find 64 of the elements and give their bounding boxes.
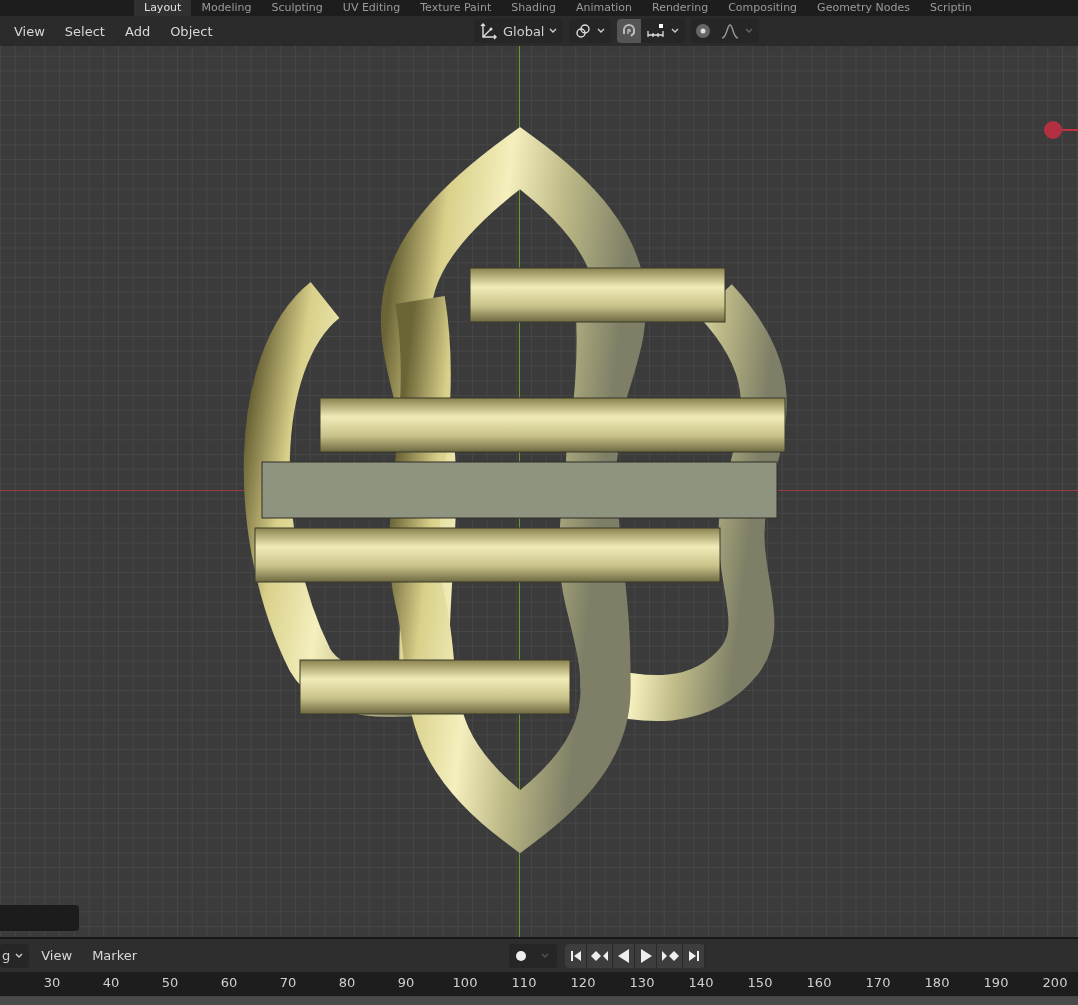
diamond-right-icon <box>660 949 679 963</box>
play-reverse-icon <box>616 949 631 963</box>
frame-number: 150 <box>747 975 773 990</box>
jump-to-start-button[interactable] <box>565 944 587 968</box>
play-icon <box>638 949 653 963</box>
record-icon <box>514 949 528 963</box>
workspace-tab[interactable]: Scriptin <box>919 0 982 16</box>
frame-number: 140 <box>688 975 714 990</box>
menu-item[interactable]: Marker <box>84 945 146 966</box>
falloff-curve-icon <box>720 22 741 40</box>
transform-orientation-dropdown[interactable]: Global <box>474 19 564 43</box>
next-keyframe-button[interactable] <box>657 944 683 968</box>
frame-number: 180 <box>924 975 950 990</box>
pivot-point-dropdown[interactable] <box>569 19 612 43</box>
frame-number: 90 <box>397 975 415 990</box>
frame-number: 160 <box>806 975 832 990</box>
play-reverse-button[interactable] <box>613 944 635 968</box>
frame-number: 120 <box>570 975 596 990</box>
workspace-tab[interactable]: Layout <box>134 0 192 16</box>
snap-toggle[interactable] <box>617 19 642 43</box>
dot-circle-icon <box>694 22 713 40</box>
menu-item[interactable]: Object <box>162 20 221 42</box>
diamond-left-icon <box>590 949 609 963</box>
workspace-tab[interactable]: Texture Paint <box>410 0 502 16</box>
frame-number: 30 <box>43 975 61 990</box>
workspace-tab[interactable]: Shading <box>501 0 566 16</box>
workspace-tab[interactable]: Modeling <box>191 0 262 16</box>
frame-number: 130 <box>629 975 655 990</box>
frame-number: 60 <box>220 975 238 990</box>
frame-ruler[interactable]: 30 40 50 60 70 80 90 100 110 120 130 140 150 160 170 180 190 200 <box>0 972 1078 997</box>
jump-to-end-button[interactable] <box>683 944 705 968</box>
workspace-tab[interactable]: UV Editing <box>332 0 411 16</box>
increment-icon <box>646 22 667 40</box>
caret-icon <box>596 27 607 35</box>
workspace-tab[interactable]: Sculpting <box>261 0 333 16</box>
workspace-tab[interactable]: Compositing <box>718 0 808 16</box>
menu-item[interactable]: Add <box>116 20 159 42</box>
caret-icon <box>744 27 755 35</box>
frame-number: 40 <box>102 975 120 990</box>
caret-icon <box>540 952 550 960</box>
frame-number: 190 <box>983 975 1009 990</box>
workspace-tab[interactable]: Rendering <box>642 0 719 16</box>
menu-item[interactable]: Select <box>56 20 113 42</box>
jump-start-icon <box>568 949 583 963</box>
link-icon <box>574 22 593 40</box>
previous-keyframe-button[interactable] <box>587 944 613 968</box>
caret-icon <box>14 951 25 960</box>
frame-number: 110 <box>511 975 537 990</box>
menu-item[interactable]: View <box>6 20 53 42</box>
play-button[interactable] <box>635 944 657 968</box>
frame-number: 80 <box>338 975 356 990</box>
axes-icon <box>479 22 499 40</box>
caret-icon <box>670 27 681 35</box>
jump-end-icon <box>686 949 701 963</box>
frame-number: 100 <box>452 975 478 990</box>
frame-number: 170 <box>865 975 891 990</box>
frame-number: 50 <box>161 975 179 990</box>
editor-mode-dropdown[interactable]: g <box>0 943 30 968</box>
workspace-tab[interactable]: Geometry Nodes <box>807 0 920 16</box>
workspace-tab[interactable]: Animation <box>565 0 642 16</box>
frame-number: 200 <box>1042 975 1068 990</box>
frame-number: 70 <box>279 975 297 990</box>
menu-item[interactable]: View <box>33 945 81 966</box>
caret-icon <box>548 27 559 35</box>
